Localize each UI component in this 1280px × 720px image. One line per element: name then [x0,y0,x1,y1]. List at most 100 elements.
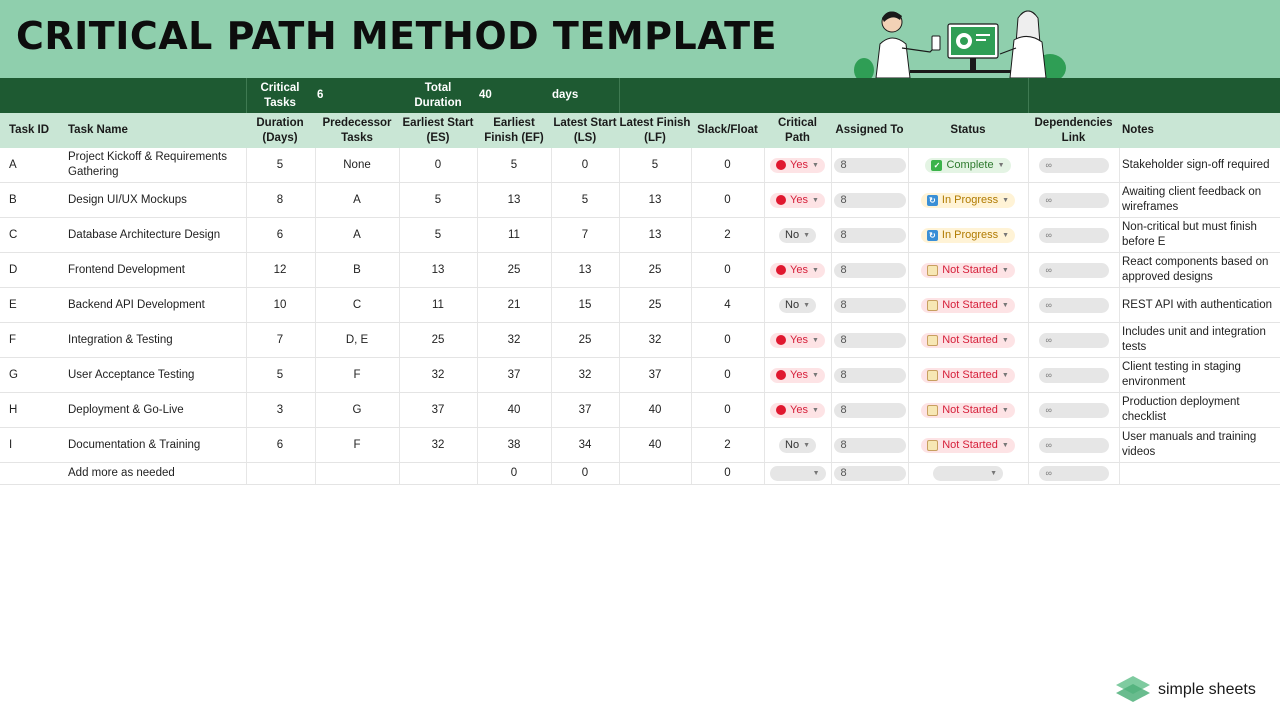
notes[interactable]: REST API with authentication [1122,288,1277,322]
notes[interactable]: Stakeholder sign-off required [1122,148,1277,182]
task-name[interactable]: Project Kickoff & Requirements Gathering [68,148,244,182]
notes[interactable]: Production deployment checklist [1122,393,1277,427]
latest-finish[interactable]: 13 [619,183,691,217]
assigned-to-chip[interactable]: 8 [833,402,906,418]
slack[interactable]: 0 [691,183,764,217]
task-name[interactable]: Backend API Development [68,288,244,322]
slack[interactable]: 0 [691,323,764,357]
predecessor[interactable]: F [315,358,399,392]
task-id[interactable]: B [9,183,64,217]
earliest-finish[interactable]: 0 [477,463,551,484]
duration[interactable] [246,463,314,484]
notes[interactable]: Includes unit and integration tests [1122,323,1277,357]
slack[interactable]: 2 [691,428,764,462]
predecessor[interactable]: G [315,393,399,427]
earliest-finish[interactable]: 11 [477,218,551,252]
critical-path-dropdown[interactable]: Yes ▼ [770,332,825,348]
task-id[interactable]: D [9,253,64,287]
task-name[interactable]: Design UI/UX Mockups [68,183,244,217]
task-id[interactable] [9,463,64,484]
link-icon[interactable]: ∞ [1038,466,1109,481]
duration[interactable]: 8 [246,183,314,217]
predecessor[interactable]: B [315,253,399,287]
slack[interactable]: 2 [691,218,764,252]
critical-path-dropdown[interactable]: No ▼ [779,227,816,243]
assigned-to-chip[interactable]: 8 [833,332,906,348]
latest-start[interactable]: 7 [551,218,619,252]
status-dropdown[interactable]: ↻ In Progress ▼ [920,227,1016,243]
latest-finish[interactable]: 40 [619,428,691,462]
status-dropdown[interactable]: Not Started ▼ [921,437,1015,453]
critical-path-dropdown[interactable]: Yes ▼ [770,367,825,383]
task-id[interactable]: A [9,148,64,182]
assigned-to-chip[interactable]: 8 [833,466,906,481]
earliest-finish[interactable]: 32 [477,323,551,357]
latest-start[interactable]: 15 [551,288,619,322]
task-name[interactable]: Add more as needed [68,463,244,484]
critical-path-dropdown[interactable]: Yes ▼ [770,262,825,278]
link-icon[interactable]: ∞ [1038,227,1109,243]
assigned-to-chip[interactable]: 8 [833,262,906,278]
predecessor[interactable]: C [315,288,399,322]
latest-finish[interactable]: 32 [619,323,691,357]
critical-path-dropdown[interactable]: Yes ▼ [770,402,825,418]
notes[interactable] [1122,463,1277,484]
latest-finish[interactable]: 25 [619,253,691,287]
task-id[interactable]: G [9,358,64,392]
latest-start[interactable]: 5 [551,183,619,217]
duration[interactable]: 10 [246,288,314,322]
latest-finish[interactable]: 40 [619,393,691,427]
earliest-finish[interactable]: 40 [477,393,551,427]
status-dropdown[interactable]: ✓ Complete ▼ [925,157,1011,173]
latest-finish[interactable] [619,463,691,484]
task-name[interactable]: Deployment & Go-Live [68,393,244,427]
earliest-start[interactable]: 25 [399,323,477,357]
predecessor[interactable]: None [315,148,399,182]
link-icon[interactable]: ∞ [1038,192,1109,208]
latest-start[interactable]: 0 [551,463,619,484]
assigned-to-chip[interactable]: 8 [833,157,906,173]
status-dropdown[interactable]: Not Started ▼ [921,402,1015,418]
predecessor[interactable]: A [315,183,399,217]
status-dropdown[interactable]: Not Started ▼ [921,262,1015,278]
duration[interactable]: 6 [246,218,314,252]
status-dropdown[interactable]: Not Started ▼ [921,332,1015,348]
latest-start[interactable]: 37 [551,393,619,427]
duration[interactable]: 6 [246,428,314,462]
earliest-start[interactable]: 5 [399,218,477,252]
duration[interactable]: 12 [246,253,314,287]
latest-start[interactable]: 13 [551,253,619,287]
link-icon[interactable]: ∞ [1038,367,1109,383]
link-icon[interactable]: ∞ [1038,262,1109,278]
earliest-finish[interactable]: 25 [477,253,551,287]
link-icon[interactable]: ∞ [1038,332,1109,348]
assigned-to-chip[interactable]: 8 [833,437,906,453]
assigned-to-chip[interactable]: 8 [833,297,906,313]
critical-path-dropdown[interactable]: ▼ [769,466,826,481]
task-id[interactable]: E [9,288,64,322]
status-dropdown[interactable]: ↻ In Progress ▼ [920,192,1016,208]
earliest-finish[interactable]: 21 [477,288,551,322]
slack[interactable]: 0 [691,148,764,182]
critical-path-dropdown[interactable]: No ▼ [779,297,816,313]
earliest-start[interactable]: 37 [399,393,477,427]
link-icon[interactable]: ∞ [1038,402,1109,418]
predecessor[interactable]: F [315,428,399,462]
task-name[interactable]: User Acceptance Testing [68,358,244,392]
assigned-to-chip[interactable]: 8 [833,192,906,208]
status-dropdown[interactable]: ▼ [933,466,1003,481]
critical-path-dropdown[interactable]: No ▼ [779,437,816,453]
notes[interactable]: User manuals and training videos [1122,428,1277,462]
latest-finish[interactable]: 13 [619,218,691,252]
link-icon[interactable]: ∞ [1038,297,1109,313]
latest-finish[interactable]: 37 [619,358,691,392]
duration[interactable]: 7 [246,323,314,357]
predecessor[interactable] [315,463,399,484]
critical-path-dropdown[interactable]: Yes ▼ [770,157,825,173]
task-name[interactable]: Documentation & Training [68,428,244,462]
notes[interactable]: Non-critical but must finish before E [1122,218,1277,252]
notes[interactable]: React components based on approved desig… [1122,253,1277,287]
task-id[interactable]: I [9,428,64,462]
slack[interactable]: 0 [691,393,764,427]
slack[interactable]: 4 [691,288,764,322]
